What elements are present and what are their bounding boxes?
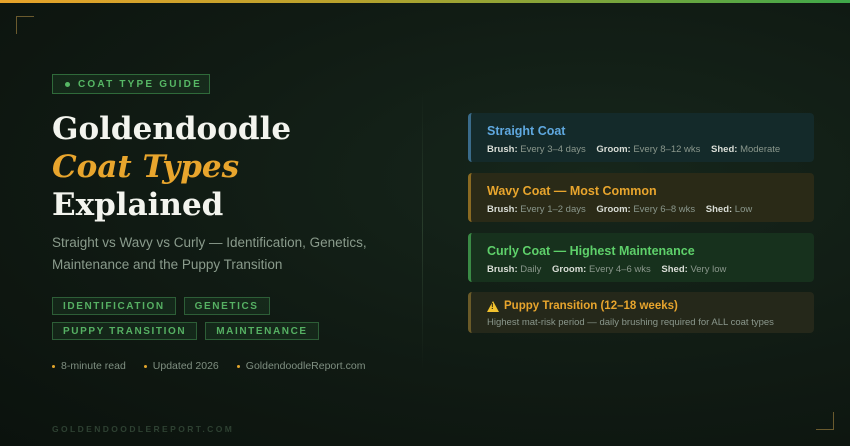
warning-icon (487, 300, 499, 312)
title-line-3: Explained (52, 187, 224, 223)
eyebrow-badge: COAT TYPE GUIDE (52, 74, 210, 94)
card-title: Straight Coat (487, 124, 566, 138)
top-gradient-bar (0, 0, 850, 3)
bullet-icon (143, 364, 147, 368)
corner-bracket-bottom-right (816, 412, 834, 430)
page-title: Goldendoodle Coat Types Explained (52, 110, 291, 224)
meta-read-time: 8-minute read (52, 360, 126, 372)
tag-genetics: GENETICS (183, 297, 270, 315)
footer-domain: GOLDENDOODLEREPORT.COM (52, 424, 235, 434)
card-title: Puppy Transition (12–18 weeks) (487, 300, 798, 312)
card-curly-coat: Curly Coat — Highest Maintenance Brush: … (468, 233, 814, 282)
title-line-2: Coat Types (52, 149, 240, 185)
title-line-1: Goldendoodle (52, 111, 292, 147)
bullet-icon (236, 364, 240, 368)
card-puppy-transition: Puppy Transition (12–18 weeks) Highest m… (468, 292, 814, 333)
subtitle: Straight vs Wavy vs Curly — Identificati… (52, 235, 367, 272)
bullet-icon (52, 364, 55, 368)
tag-identification: IDENTIFICATION (52, 297, 176, 315)
meta-info: 8-minute read Updated 2026 GoldendoodleR… (52, 360, 365, 372)
meta-site: GoldendoodleReport.com (236, 360, 365, 372)
card-text: Highest mat-risk period — daily brushing… (487, 317, 774, 328)
card-title: Wavy Coat — Most Common (487, 184, 657, 198)
eyebrow-label: COAT TYPE GUIDE (78, 78, 202, 90)
card-stats: Brush: Daily Groom: Every 4–6 wks Shed: … (487, 264, 727, 275)
card-stats: Brush: Every 3–4 days Groom: Every 8–12 … (487, 144, 781, 155)
corner-bracket-top-left (16, 16, 34, 34)
card-title: Curly Coat — Highest Maintenance (487, 244, 695, 258)
meta-updated: Updated 2026 (143, 360, 219, 372)
tag-maintenance: MAINTENANCE (205, 322, 319, 340)
card-stats: Brush: Every 1–2 days Groom: Every 6–8 w… (487, 204, 753, 215)
tag-puppy-transition: PUPPY TRANSITION (52, 322, 198, 340)
dot-icon (65, 81, 70, 87)
column-divider (422, 90, 423, 370)
tag-list: IDENTIFICATION GENETICS PUPPY TRANSITION… (52, 297, 392, 347)
card-wavy-coat: Wavy Coat — Most Common Brush: Every 1–2… (468, 173, 814, 222)
card-straight-coat: Straight Coat Brush: Every 3–4 days Groo… (468, 113, 814, 162)
